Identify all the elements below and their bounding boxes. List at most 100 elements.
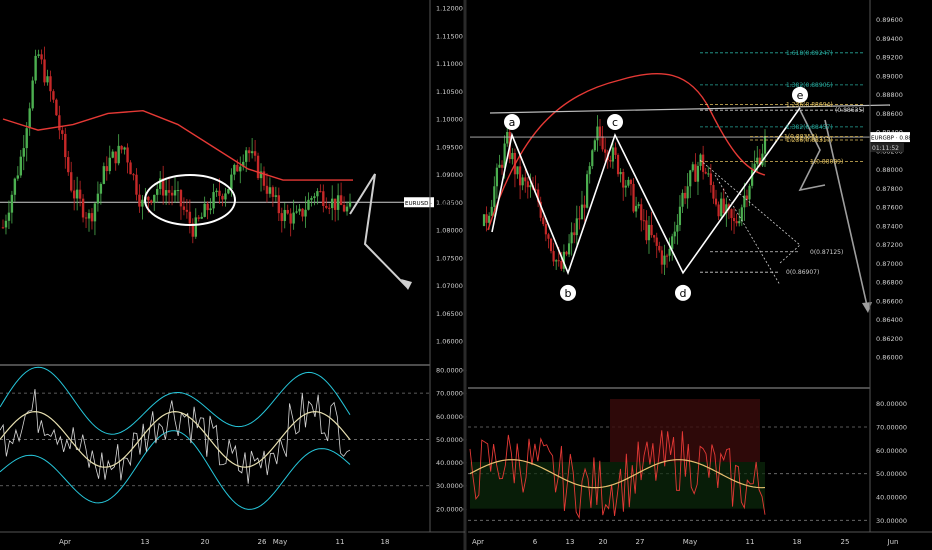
candle-body bbox=[310, 198, 313, 200]
candle-body bbox=[333, 198, 337, 210]
indicator-tick-label: 50.00000 bbox=[876, 470, 907, 478]
bollinger-upper-band bbox=[0, 366, 351, 435]
fib-level-label: 1.236(0.88317) bbox=[786, 137, 833, 144]
candle-body bbox=[683, 192, 687, 199]
price-tick-label: 1.09000 bbox=[436, 171, 463, 179]
candle-body bbox=[194, 217, 197, 237]
price-tick-label: 0.87600 bbox=[876, 204, 903, 212]
candle-body bbox=[108, 157, 111, 172]
candle-body bbox=[16, 175, 20, 179]
candle-body bbox=[493, 186, 496, 207]
candle-body bbox=[686, 186, 689, 199]
candle-body bbox=[647, 224, 651, 241]
candle-body bbox=[61, 130, 64, 134]
candle-body bbox=[549, 238, 553, 252]
eurusd-chart-panel[interactable]: 1.12000 1.11500 1.11000 1.10500 1.10000 1.095… bbox=[0, 5, 467, 547]
candle-body bbox=[10, 194, 14, 213]
candle-body bbox=[560, 260, 563, 269]
candle-body bbox=[132, 174, 135, 176]
candle-body bbox=[614, 147, 617, 155]
candle-body bbox=[295, 211, 298, 213]
price-tick-label: 1.10500 bbox=[436, 88, 463, 96]
candle-body bbox=[111, 151, 114, 158]
fib-level-label: 1.382(0.88905) bbox=[786, 82, 833, 89]
candle-body bbox=[668, 248, 671, 256]
candle-body bbox=[37, 54, 40, 56]
candle-body bbox=[25, 128, 28, 149]
candle-body bbox=[43, 59, 46, 83]
candle-body bbox=[640, 204, 643, 221]
eurgbp-chart-panel[interactable]: 0.89600 0.89400 0.89200 0.89000 0.88800 0.886… bbox=[468, 16, 923, 546]
candle-body bbox=[250, 151, 254, 154]
candle-body bbox=[342, 204, 346, 212]
candle-body bbox=[544, 224, 547, 235]
candle-body bbox=[120, 145, 123, 150]
candle-body bbox=[629, 179, 633, 184]
candle-body bbox=[4, 220, 8, 228]
moving-average-line bbox=[2, 109, 353, 181]
candle-body bbox=[565, 251, 568, 255]
price-tag-label: EURGBP · 0.88348 bbox=[871, 136, 923, 142]
candle-body bbox=[126, 147, 129, 163]
candle-body bbox=[153, 194, 156, 203]
candle-body bbox=[709, 173, 712, 186]
fib-level-label: 1.382(0.88457) bbox=[786, 124, 833, 131]
candle-body bbox=[707, 173, 710, 175]
candle-body bbox=[31, 80, 34, 109]
price-tick-label: 0.89400 bbox=[876, 35, 903, 43]
candle-body bbox=[247, 150, 251, 154]
candle-body bbox=[573, 232, 576, 236]
indicator-tick-label: 80.00000 bbox=[436, 367, 467, 375]
countdown-label: 01:11:52 bbox=[872, 145, 899, 152]
chart-workspace: 1.12000 1.11500 1.11000 1.10500 1.10000 1.095… bbox=[0, 0, 932, 550]
candle-body bbox=[221, 195, 224, 200]
candle-body bbox=[529, 185, 532, 188]
pattern-dotted-line bbox=[714, 174, 781, 286]
candle-body bbox=[645, 220, 648, 241]
wave-point-label: a bbox=[509, 116, 516, 129]
candle-body bbox=[90, 213, 94, 222]
price-tick-label: 1.10000 bbox=[436, 116, 463, 124]
candle-body bbox=[244, 150, 248, 162]
candle-body bbox=[212, 192, 215, 209]
time-tick-label: 13 bbox=[141, 538, 150, 546]
candle-body bbox=[277, 195, 281, 214]
candle-body bbox=[28, 108, 31, 129]
candle-body bbox=[206, 203, 209, 211]
candle-body bbox=[671, 236, 674, 249]
candle-body bbox=[596, 126, 599, 141]
candle-body bbox=[298, 208, 301, 212]
candle-body bbox=[179, 190, 183, 207]
time-tick-label: 11 bbox=[746, 538, 755, 546]
candle-body bbox=[268, 187, 272, 194]
candle-body bbox=[518, 166, 522, 186]
indicator-tick-label: 40.00000 bbox=[436, 459, 467, 467]
candle-body bbox=[283, 209, 286, 222]
candle-body bbox=[735, 221, 738, 224]
time-tick-label: 18 bbox=[381, 538, 390, 546]
candle-body bbox=[348, 201, 352, 207]
candle-body bbox=[147, 196, 150, 201]
indicator-band-fill bbox=[610, 399, 760, 462]
indicator-tick-label: 20.00000 bbox=[436, 505, 467, 513]
candle-body bbox=[102, 166, 106, 184]
time-tick-label: May bbox=[683, 538, 697, 546]
candle-body bbox=[164, 190, 168, 196]
candle-body bbox=[753, 163, 756, 170]
candle-body bbox=[722, 198, 725, 214]
candle-body bbox=[156, 188, 159, 195]
candle-body bbox=[740, 207, 743, 222]
candle-body bbox=[307, 199, 310, 210]
candle-body bbox=[331, 198, 334, 209]
candle-body bbox=[34, 55, 37, 81]
candle-body bbox=[253, 151, 257, 156]
candle-body bbox=[319, 191, 322, 193]
candle-body bbox=[616, 154, 620, 175]
price-tick-label: 0.88000 bbox=[876, 166, 903, 174]
candle-body bbox=[64, 133, 67, 158]
candle-body bbox=[691, 164, 694, 171]
price-tick-label: 0.86600 bbox=[876, 297, 903, 305]
candle-body bbox=[70, 172, 73, 191]
candle-body bbox=[215, 190, 218, 193]
candle-body bbox=[81, 198, 85, 218]
